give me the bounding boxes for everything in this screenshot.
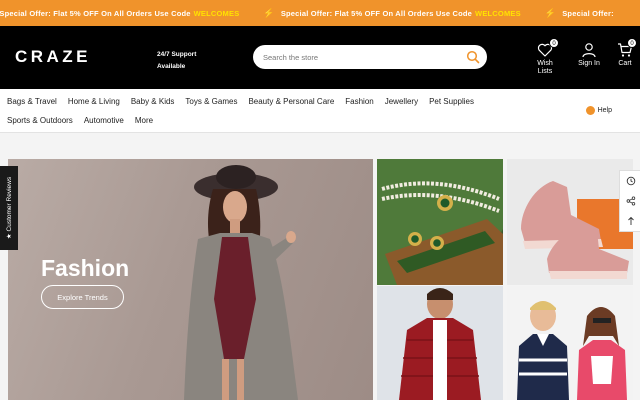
announcement-bar: ⚡ Special Offer: Flat 5% OFF On All Orde…	[0, 0, 640, 26]
nav-item-beauty[interactable]: Beauty & Personal Care	[248, 97, 334, 106]
wishlist-button[interactable]: 0 Wish Lists	[530, 38, 560, 76]
signin-button[interactable]: Sign In	[574, 42, 604, 68]
help-link[interactable]: Help	[585, 106, 612, 115]
wishlist-count-badge: 0	[549, 38, 559, 48]
announcement-item: ⚡ Special Offer:	[545, 8, 614, 19]
side-toolbar	[619, 170, 640, 232]
announcement-text: Special Offer:	[562, 8, 614, 18]
nav-item-automotive[interactable]: Automotive	[84, 116, 124, 125]
hero-title: Fashion	[41, 255, 130, 281]
cart-label: Cart	[618, 60, 632, 67]
share-icon	[626, 196, 635, 206]
announcement-text: Special Offer: Flat 5% OFF On All Orders…	[0, 8, 191, 18]
wishlist-label-1: Wish	[537, 60, 553, 67]
mens-jacket-image	[377, 286, 503, 400]
category-tile-shoes[interactable]	[507, 159, 633, 285]
history-button[interactable]	[620, 171, 640, 191]
kids-image	[507, 286, 633, 400]
history-icon	[626, 176, 635, 186]
nav-item-toys-games[interactable]: Toys & Games	[185, 97, 237, 106]
search-input[interactable]	[263, 50, 453, 64]
nav-item-sports-outdoors[interactable]: Sports & Outdoors	[7, 116, 73, 125]
support-line-2: Available	[157, 63, 186, 70]
nav-item-fashion[interactable]: Fashion	[345, 97, 373, 106]
arrow-up-icon	[627, 216, 634, 225]
help-label: Help	[597, 107, 612, 114]
signin-label: Sign In	[578, 60, 600, 67]
customer-reviews-label: ★ Customer Reviews	[6, 176, 13, 240]
announcement-text: Special Offer: Flat 5% OFF On All Orders…	[280, 8, 473, 18]
search-bar	[253, 45, 487, 69]
category-tile-kids[interactable]	[507, 286, 633, 400]
shoes-image	[507, 159, 633, 285]
cart-count-badge: 0	[627, 38, 637, 48]
promo-code: WELCOMES	[193, 8, 240, 18]
main-navigation: Bags & Travel Home & Living Baby & Kids …	[0, 89, 640, 133]
jewellery-image	[377, 159, 503, 285]
nav-row-1: Bags & Travel Home & Living Baby & Kids …	[7, 97, 485, 106]
support-info: 24/7 Support Available	[157, 49, 227, 73]
nav-item-home-living[interactable]: Home & Living	[68, 97, 120, 106]
nav-row-2: Sports & Outdoors Automotive More	[7, 116, 164, 125]
explore-trends-button[interactable]: Explore Trends	[41, 285, 124, 309]
nav-item-more[interactable]: More	[135, 116, 153, 125]
nav-item-pet-supplies[interactable]: Pet Supplies	[429, 97, 474, 106]
promo-code: WELCOMES	[475, 8, 521, 18]
share-button[interactable]	[620, 191, 640, 211]
nav-item-bags-travel[interactable]: Bags & Travel	[7, 97, 57, 106]
scroll-top-button[interactable]	[620, 211, 640, 231]
bolt-icon: ⚡	[263, 7, 275, 18]
search-icon[interactable]	[466, 50, 480, 64]
nav-item-jewellery[interactable]: Jewellery	[385, 97, 418, 106]
user-icon	[582, 43, 596, 58]
site-logo[interactable]: CRAZE	[8, 36, 98, 78]
customer-reviews-tab[interactable]: ★ Customer Reviews	[0, 166, 18, 250]
nav-item-baby-kids[interactable]: Baby & Kids	[131, 97, 175, 106]
help-icon	[585, 106, 595, 115]
support-line-1: 24/7 Support	[157, 51, 197, 58]
category-tile-jewellery[interactable]	[377, 159, 503, 285]
wishlist-label-2: Lists	[537, 68, 553, 75]
category-tile-mens[interactable]	[377, 286, 503, 400]
site-header: CRAZE 24/7 Support Available 0 Wish List…	[0, 26, 640, 89]
announcement-item: ⚡ Special Offer: Flat 5% OFF On All Orde…	[263, 8, 520, 19]
bolt-icon: ⚡	[544, 7, 557, 18]
announcement-item: ⚡ Special Offer: Flat 5% OFF On All Orde…	[0, 8, 239, 19]
cart-button[interactable]: 0 Cart	[610, 38, 640, 68]
hero-banner[interactable]: Fashion Explore Trends	[8, 159, 373, 400]
